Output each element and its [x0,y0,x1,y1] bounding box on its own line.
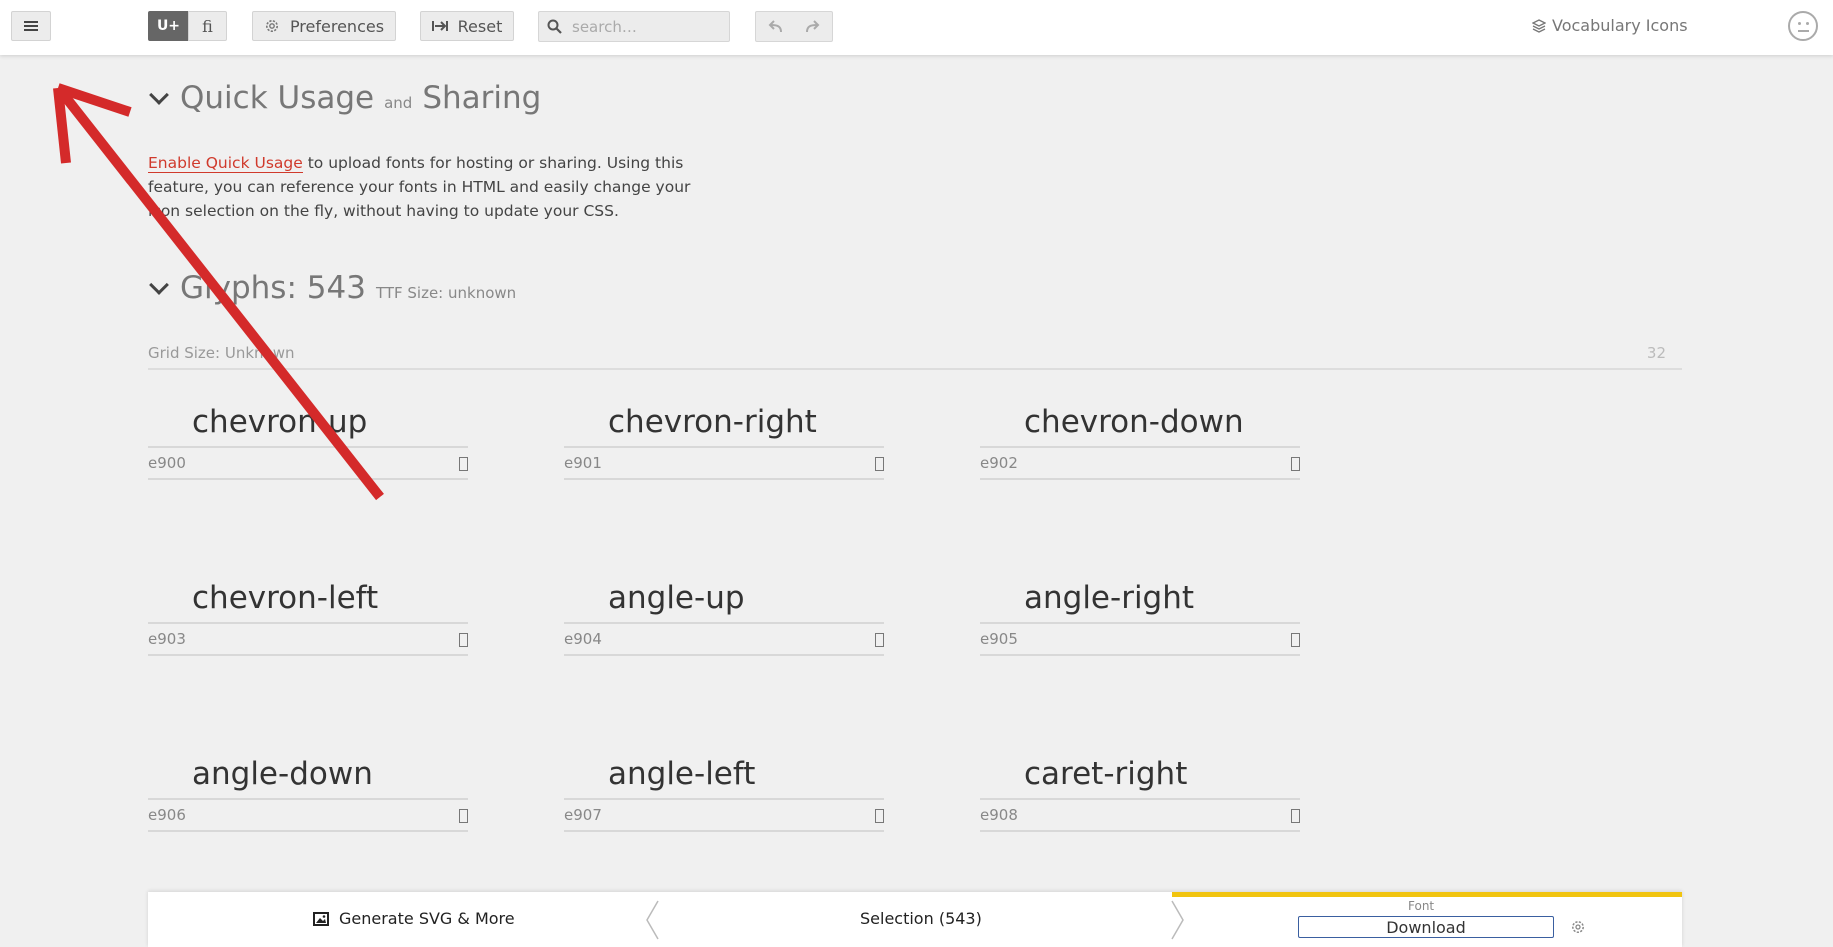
selection-tab[interactable]: Selection (543) [860,909,982,928]
download-button[interactable]: Download [1298,916,1554,938]
chevron-down-icon[interactable] [148,276,170,298]
glyph-preview-icon [875,633,884,647]
glyph-name[interactable]: angle-down [148,751,468,800]
hamburger-icon [24,19,38,33]
reset-arrow-icon [431,21,448,31]
glyph-preview-icon [1291,457,1300,471]
glyph-code[interactable]: e905 [980,630,1018,648]
preferences-label: Preferences [289,16,385,36]
quick-usage-header[interactable]: Quick Usage and Sharing [148,80,541,116]
enable-quick-usage-link[interactable]: Enable Quick Usage [148,154,303,173]
ttf-size-label: TTF Size: unknown [375,284,517,302]
glyph-preview-icon [1291,809,1300,823]
glyph-name[interactable]: chevron-down [980,399,1300,448]
glyph-name[interactable]: angle-right [980,575,1300,624]
undo-icon[interactable] [767,19,783,34]
chevron-down-icon[interactable] [148,86,170,108]
preferences-button[interactable]: Preferences [252,11,396,41]
grid-size-bar: Grid Size: Unknown 32 [148,344,1682,370]
glyph-code[interactable]: e902 [980,454,1018,472]
glyph-preview-icon [1291,633,1300,647]
font-tab[interactable]: Font Download [1172,892,1682,947]
glyph-cell[interactable]: angle-left e907 [564,751,884,832]
glyph-cell[interactable]: chevron-up e900 [148,399,468,480]
project-selector[interactable]: Vocabulary Icons [1532,16,1688,35]
unicode-toggle-button[interactable]: U+ [148,11,189,41]
grid-size-value[interactable]: 32 [1647,344,1666,362]
glyph-code[interactable]: e904 [564,630,602,648]
user-avatar-icon[interactable] [1788,11,1818,41]
glyph-cell[interactable]: chevron-right e901 [564,399,884,480]
glyph-name[interactable]: chevron-left [148,575,468,624]
glyph-name[interactable]: caret-right [980,751,1300,800]
top-toolbar: U+ ﬁ Preferences Reset search… Vocabular… [0,0,1833,55]
search-icon [547,19,562,34]
sharing-title: Sharing [422,80,542,116]
glyph-cell[interactable]: angle-up e904 [564,575,884,656]
glyph-preview-icon [459,633,468,647]
project-name: Vocabulary Icons [1552,16,1688,35]
glyph-code[interactable]: e908 [980,806,1018,824]
glyph-preview-icon [459,457,468,471]
undo-redo-group [755,11,833,42]
search-input[interactable] [570,16,724,37]
generate-svg-tab[interactable]: Generate SVG & More [313,909,515,928]
glyph-name[interactable]: chevron-up [148,399,468,448]
glyph-cell[interactable]: angle-right e905 [980,575,1300,656]
glyph-name[interactable]: angle-left [564,751,884,800]
glyph-name[interactable]: chevron-right [564,399,884,448]
font-tab-label: Font [1408,899,1435,913]
glyph-preview-icon [875,457,884,471]
glyph-code[interactable]: e903 [148,630,186,648]
glyph-code[interactable]: e906 [148,806,186,824]
ligature-toggle-button[interactable]: ﬁ [188,11,227,41]
reset-label: Reset [457,16,503,36]
layers-icon [1532,18,1546,33]
quick-usage-title-and: and [384,94,413,112]
chevron-left-separator-icon [646,900,659,940]
glyph-name[interactable]: angle-up [564,575,884,624]
glyph-preview-icon [459,809,468,823]
glyph-cell[interactable]: caret-right e908 [980,751,1300,832]
glyph-code[interactable]: e901 [564,454,602,472]
main-menu-button[interactable] [11,11,51,41]
gear-icon [265,20,278,32]
redo-icon[interactable] [805,19,821,34]
glyph-code[interactable]: e907 [564,806,602,824]
glyph-cell[interactable]: chevron-left e903 [148,575,468,656]
glyph-code[interactable]: e900 [148,454,186,472]
reset-button[interactable]: Reset [420,11,514,41]
glyph-cell[interactable]: chevron-down e902 [980,399,1300,480]
search-box [538,11,730,42]
quick-usage-title: Quick Usage [180,80,375,116]
glyph-cell[interactable]: angle-down e906 [148,751,468,832]
font-settings-gear-icon[interactable] [1570,919,1586,935]
image-icon [313,911,329,926]
glyphs-count-title: Glyphs: 543 [180,270,366,306]
generate-svg-label: Generate SVG & More [339,909,515,928]
glyphs-header[interactable]: Glyphs: 543 TTF Size: unknown [148,270,516,306]
quick-usage-description: Enable Quick Usage to upload fonts for h… [148,151,718,223]
glyph-preview-icon [875,809,884,823]
grid-size-label: Grid Size: Unknown [148,344,295,362]
bottom-action-bar: Generate SVG & More Selection (543) Font… [148,892,1682,947]
